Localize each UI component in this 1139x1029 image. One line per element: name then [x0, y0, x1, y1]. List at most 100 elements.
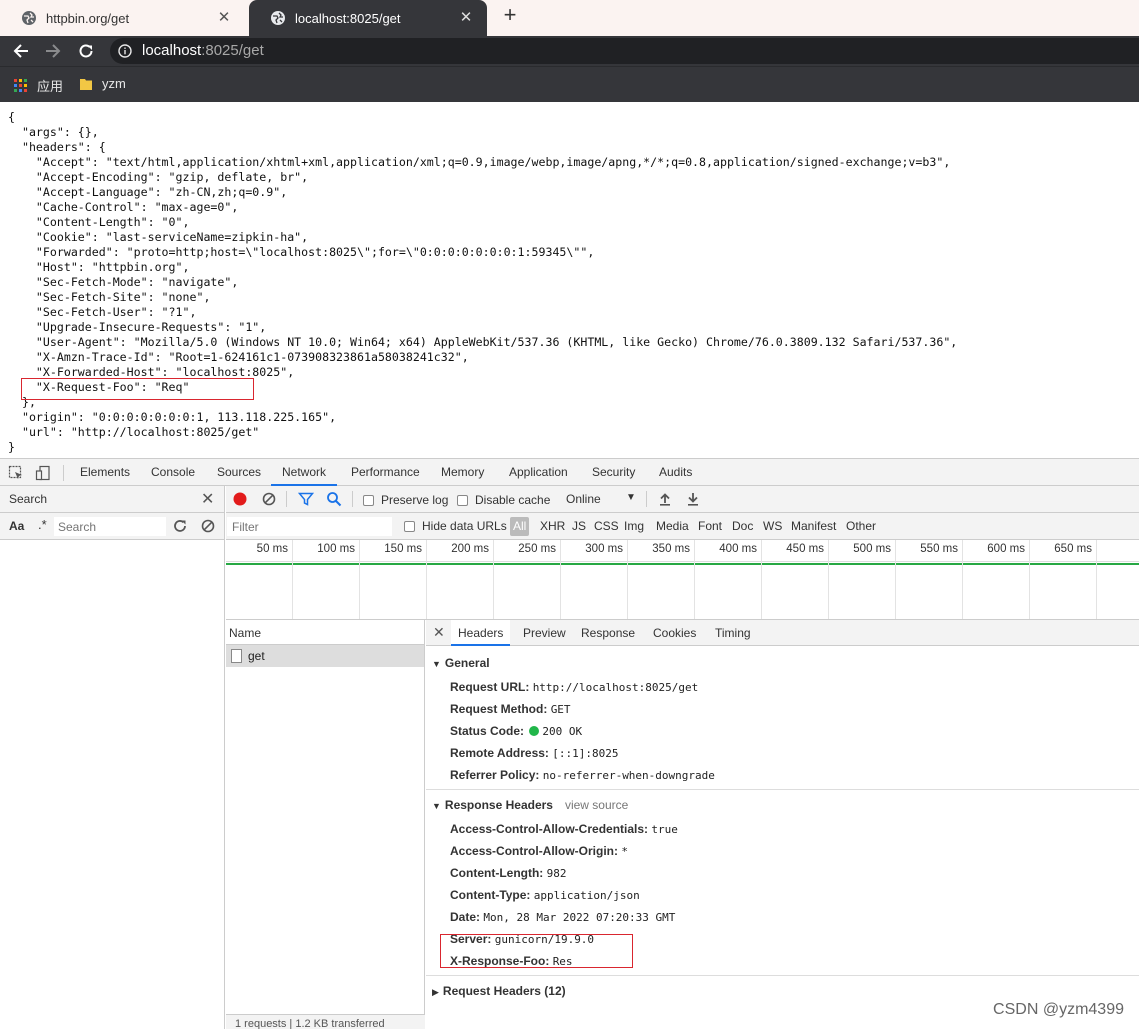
close-tab-icon[interactable]: ✕ [459, 10, 473, 25]
bookmark-apps[interactable]: 应用 [14, 76, 63, 95]
header-key: Status Code: [450, 724, 525, 738]
bookmark-folder-yzm[interactable]: yzm [79, 76, 126, 91]
type-filter-ws[interactable]: WS [763, 519, 782, 533]
record-icon[interactable] [232, 491, 248, 507]
filter-icon[interactable] [298, 491, 314, 507]
network-overview[interactable]: 50 ms 100 ms 150 ms 200 ms 250 ms 300 ms 350 m… [226, 540, 1139, 620]
request-detail: ✕ Headers Preview Response Cookies Timing ▼ G… [426, 620, 1139, 1029]
type-filter-font[interactable]: Font [698, 519, 722, 533]
bookmarks-bar: 应用 yzm [0, 66, 1139, 102]
json-line: "headers": { [8, 140, 106, 154]
search-panel-header: Search ✕ [0, 486, 224, 513]
preserve-log-checkbox[interactable]: Preserve log [363, 493, 448, 507]
type-filter-js[interactable]: JS [572, 519, 586, 533]
json-line: "Accept-Language": "zh-CN,zh;q=0.9", [8, 185, 288, 199]
type-filter-img[interactable]: Img [624, 519, 644, 533]
reload-button[interactable] [75, 40, 97, 62]
search-panel-title: Search [9, 492, 48, 506]
disable-cache-checkbox[interactable]: Disable cache [457, 493, 550, 507]
json-line: "User-Agent": "Mozilla/5.0 (Windows NT 1… [8, 335, 958, 349]
devtools-tab-audits[interactable]: Audits [659, 459, 692, 486]
back-button[interactable] [10, 40, 32, 62]
header-row: Content-Type: application/json [450, 888, 640, 902]
device-toolbar-icon[interactable] [35, 465, 51, 481]
type-filter-media[interactable]: Media [656, 519, 689, 533]
tab-response[interactable]: Response [574, 620, 642, 646]
folder-icon [80, 78, 92, 90]
devtools-tab-sources[interactable]: Sources [217, 459, 261, 486]
header-value: no-referrer-when-downgrade [542, 769, 715, 782]
response-headers-section-toggle[interactable]: ▼ Response Headers view source [432, 798, 628, 812]
search-icon[interactable] [326, 491, 342, 507]
tab-preview[interactable]: Preview [516, 620, 573, 646]
address-bar[interactable]: localhost:8025/get [110, 38, 1139, 64]
devtools-tab-performance[interactable]: Performance [351, 459, 420, 486]
bookmark-label: yzm [102, 76, 126, 91]
devtools-tab-memory[interactable]: Memory [441, 459, 484, 486]
timeline-gridline [1029, 540, 1030, 619]
divider [352, 491, 353, 507]
view-source-link[interactable]: view source [565, 798, 628, 812]
close-search-icon[interactable]: ✕ [201, 489, 214, 509]
close-tab-icon[interactable]: ✕ [217, 10, 231, 25]
request-headers-section-toggle[interactable]: ▶ Request Headers (12) [432, 984, 566, 998]
tab-headers[interactable]: Headers [451, 620, 511, 646]
info-icon[interactable] [118, 44, 132, 58]
general-section-toggle[interactable]: ▼ General [432, 656, 490, 670]
import-har-icon[interactable] [657, 491, 673, 507]
inspect-element-icon[interactable] [8, 465, 24, 481]
document-icon [231, 649, 242, 663]
devtools-tabbar: Elements Console Sources Network Performance… [0, 459, 1139, 486]
devtools-tab-console[interactable]: Console [151, 459, 195, 486]
checkbox-box[interactable] [363, 494, 374, 506]
clear-icon[interactable] [200, 518, 216, 534]
request-row[interactable]: get [226, 645, 424, 667]
browser-toolbar: localhost:8025/get [0, 36, 1139, 66]
type-filter-other[interactable]: Other [846, 519, 876, 533]
tab-cookies[interactable]: Cookies [646, 620, 703, 646]
checkbox-box[interactable] [404, 520, 415, 532]
tab-localhost[interactable]: localhost:8025/get ✕ [249, 0, 487, 36]
match-case-button[interactable]: Aa [9, 519, 24, 533]
highlight-box [440, 934, 633, 968]
filter-input[interactable] [227, 517, 392, 536]
header-value: application/json [533, 889, 640, 902]
name-column-header[interactable]: Name [226, 620, 424, 645]
json-line: { [8, 110, 15, 124]
close-detail-icon[interactable]: ✕ [433, 624, 445, 641]
regex-button[interactable]: .* [38, 517, 47, 532]
clear-icon[interactable] [261, 491, 277, 507]
timeline-tick-label: 250 ms [518, 543, 556, 555]
tab-timing[interactable]: Timing [708, 620, 758, 646]
timeline-tick-label: 400 ms [719, 543, 757, 555]
checkbox-box[interactable] [457, 494, 468, 506]
forward-button[interactable] [42, 40, 64, 62]
hide-data-urls-checkbox[interactable]: Hide data URLs [404, 519, 507, 533]
type-filter-xhr[interactable]: XHR [540, 519, 565, 533]
url-text[interactable]: localhost:8025/get [142, 42, 264, 59]
new-tab-button[interactable]: + [499, 4, 521, 27]
header-key: Request Method: [450, 702, 548, 716]
devtools-tab-network[interactable]: Network [271, 459, 338, 486]
export-har-icon[interactable] [685, 491, 701, 507]
json-line: "args": {}, [8, 125, 99, 139]
devtools-tab-elements[interactable]: Elements [80, 459, 130, 486]
tab-httpbin[interactable]: httpbin.org/get ✕ [0, 0, 245, 36]
json-line: "Cache-Control": "max-age=0", [8, 200, 239, 214]
type-filter-all[interactable]: All [510, 517, 530, 536]
divider [646, 491, 647, 507]
type-filter-doc[interactable]: Doc [732, 519, 753, 533]
expand-triangle-icon: ▼ [432, 659, 441, 669]
refresh-icon[interactable] [172, 518, 188, 534]
search-input[interactable] [54, 517, 166, 536]
devtools-tab-application[interactable]: Application [509, 459, 568, 486]
header-value: http://localhost:8025/get [532, 681, 699, 694]
devtools-tab-security[interactable]: Security [592, 459, 635, 486]
json-line: "Content-Length": "0", [8, 215, 190, 229]
back-arrow-icon [13, 44, 28, 58]
throttling-select[interactable]: Online ▼ [566, 492, 636, 506]
timeline-gridline [359, 540, 360, 619]
type-filter-css[interactable]: CSS [594, 519, 619, 533]
type-filter-manifest[interactable]: Manifest [791, 519, 836, 533]
timeline-gridline [560, 540, 561, 619]
